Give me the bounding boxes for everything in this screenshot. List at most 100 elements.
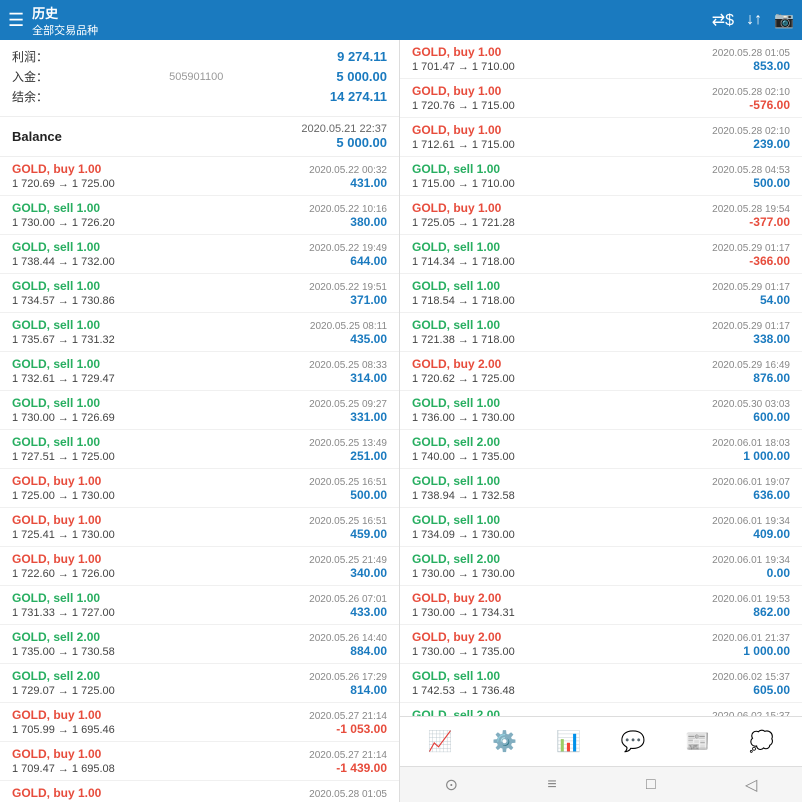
right-trade-item[interactable]: GOLD, buy 1.00 2020.05.28 01:05 1 701.47…	[400, 40, 802, 79]
profit-value: 9 274.11	[337, 49, 387, 64]
trade-profit: -366.00	[749, 254, 790, 268]
left-trade-item[interactable]: GOLD, buy 1.00 2020.05.27 21:14 1 705.99…	[0, 703, 399, 742]
trade-prices: 1 730.00 → 1 734.31	[412, 607, 515, 619]
left-trade-item[interactable]: GOLD, sell 1.00 2020.05.25 08:33 1 732.6…	[0, 352, 399, 391]
trade-profit: 239.00	[753, 137, 790, 151]
left-trade-list: GOLD, buy 1.00 2020.05.22 00:32 1 720.69…	[0, 157, 399, 802]
nav-message-icon[interactable]: 💬	[613, 725, 654, 758]
left-trade-item[interactable]: GOLD, sell 1.00 2020.05.22 19:51 1 734.5…	[0, 274, 399, 313]
back-icon[interactable]: ◁	[745, 775, 757, 795]
right-trade-item[interactable]: GOLD, sell 1.00 2020.05.28 04:53 1 715.0…	[400, 157, 802, 196]
profit-row: 利润： 9 274.11	[12, 48, 387, 65]
right-trade-item[interactable]: GOLD, sell 1.00 2020.05.29 01:17 1 714.3…	[400, 235, 802, 274]
right-trade-item[interactable]: GOLD, sell 1.00 2020.06.01 19:34 1 734.0…	[400, 508, 802, 547]
trade-type: GOLD, buy 1.00	[12, 708, 101, 722]
trade-prices: 1 705.99 → 1 695.46	[12, 724, 115, 736]
trade-prices: 1 730.00 → 1 726.20	[12, 217, 115, 229]
left-trade-item[interactable]: GOLD, sell 1.00 2020.05.22 10:16 1 730.0…	[0, 196, 399, 235]
trade-prices: 1 727.51 → 1 725.00	[12, 451, 115, 463]
trade-date: 2020.05.29 01:17	[712, 282, 790, 293]
trade-type: GOLD, sell 2.00	[412, 435, 500, 449]
left-trade-item[interactable]: GOLD, buy 1.00 2020.05.28 01:05 1 701.47…	[0, 781, 399, 802]
trade-date: 2020.05.30 03:03	[712, 399, 790, 410]
trade-prices: 1 718.54 → 1 718.00	[412, 295, 515, 307]
trade-date: 2020.05.26 17:29	[309, 672, 387, 683]
trade-date: 2020.05.26 07:01	[309, 594, 387, 605]
trade-date: 2020.05.25 21:49	[309, 555, 387, 566]
trade-profit: 340.00	[350, 566, 387, 580]
left-trade-item[interactable]: GOLD, buy 1.00 2020.05.25 16:51 1 725.41…	[0, 508, 399, 547]
deposit-value: 5 000.00	[336, 69, 387, 84]
exchange-icon[interactable]: ⇄$	[712, 10, 734, 30]
right-trade-item[interactable]: GOLD, sell 1.00 2020.06.01 19:07 1 738.9…	[400, 469, 802, 508]
deposit-label: 入金：	[12, 68, 48, 85]
balance-entry-label: Balance	[12, 129, 62, 144]
menu-bar-icon[interactable]: ≡	[547, 776, 556, 794]
square-icon[interactable]: □	[646, 776, 656, 794]
trade-type: GOLD, sell 1.00	[412, 318, 500, 332]
left-trade-item[interactable]: GOLD, sell 2.00 2020.05.26 17:29 1 729.0…	[0, 664, 399, 703]
left-trade-item[interactable]: GOLD, sell 1.00 2020.05.25 09:27 1 730.0…	[0, 391, 399, 430]
right-trade-item[interactable]: GOLD, sell 2.00 2020.06.01 18:03 1 740.0…	[400, 430, 802, 469]
left-trade-item[interactable]: GOLD, buy 1.00 2020.05.25 16:51 1 725.00…	[0, 469, 399, 508]
left-trade-item[interactable]: GOLD, sell 1.00 2020.05.22 19:49 1 738.4…	[0, 235, 399, 274]
right-trade-item[interactable]: GOLD, sell 1.00 2020.05.29 01:17 1 721.3…	[400, 313, 802, 352]
right-trade-list: GOLD, buy 1.00 2020.05.28 01:05 1 701.47…	[400, 40, 802, 716]
left-trade-item[interactable]: GOLD, buy 1.00 2020.05.25 21:49 1 722.60…	[0, 547, 399, 586]
trade-type: GOLD, sell 2.00	[12, 630, 100, 644]
right-trade-item[interactable]: GOLD, sell 2.00 2020.06.02 15:37 1 739.7…	[400, 703, 802, 716]
left-trade-item[interactable]: GOLD, sell 1.00 2020.05.25 08:11 1 735.6…	[0, 313, 399, 352]
left-trade-item[interactable]: GOLD, buy 1.00 2020.05.27 21:14 1 709.47…	[0, 742, 399, 781]
menu-icon[interactable]: ☰	[8, 10, 24, 31]
nav-news-icon[interactable]: 📰	[677, 725, 718, 758]
trade-profit: -1 053.00	[336, 722, 387, 736]
trade-profit: 636.00	[753, 488, 790, 502]
trade-prices: 1 732.61 → 1 729.47	[12, 373, 115, 385]
left-trade-item[interactable]: GOLD, sell 2.00 2020.05.26 14:40 1 735.0…	[0, 625, 399, 664]
trade-prices: 1 734.57 → 1 730.86	[12, 295, 115, 307]
nav-analytics-icon[interactable]: 📊	[548, 725, 589, 758]
balance-amount: 5 000.00	[301, 135, 387, 150]
trade-profit: 1 000.00	[743, 644, 790, 658]
right-trade-item[interactable]: GOLD, buy 2.00 2020.05.29 16:49 1 720.62…	[400, 352, 802, 391]
trade-profit: 0.00	[767, 566, 790, 580]
trade-type: GOLD, sell 1.00	[12, 591, 100, 605]
right-trade-item[interactable]: GOLD, sell 1.00 2020.05.30 03:03 1 736.0…	[400, 391, 802, 430]
nav-chart-icon[interactable]: 📈	[420, 725, 461, 758]
home-icon[interactable]: ⊙	[445, 775, 458, 795]
trade-profit: 853.00	[753, 59, 790, 73]
trade-type: GOLD, buy 1.00	[12, 747, 101, 761]
trade-prices: 1 722.60 → 1 726.00	[12, 568, 115, 580]
trade-profit: 380.00	[350, 215, 387, 229]
nav-settings-icon[interactable]: ⚙️	[484, 725, 525, 758]
right-trade-item[interactable]: GOLD, sell 1.00 2020.06.02 15:37 1 742.5…	[400, 664, 802, 703]
trade-date: 2020.05.28 01:05	[309, 789, 387, 800]
right-trade-item[interactable]: GOLD, sell 2.00 2020.06.01 19:34 1 730.0…	[400, 547, 802, 586]
trade-type: GOLD, buy 1.00	[12, 552, 101, 566]
right-trade-item[interactable]: GOLD, buy 1.00 2020.05.28 02:10 1 720.76…	[400, 79, 802, 118]
trade-date: 2020.05.22 19:51	[309, 282, 387, 293]
right-trade-item[interactable]: GOLD, buy 2.00 2020.06.01 21:37 1 730.00…	[400, 625, 802, 664]
header: ☰ 历史 全部交易品种 ⇄$ ↓↑ 📷	[0, 0, 802, 40]
trade-prices: 1 738.44 → 1 732.00	[12, 256, 115, 268]
left-trade-item[interactable]: GOLD, buy 1.00 2020.05.22 00:32 1 720.69…	[0, 157, 399, 196]
right-trade-item[interactable]: GOLD, sell 1.00 2020.05.29 01:17 1 718.5…	[400, 274, 802, 313]
trade-prices: 1 731.33 → 1 727.00	[12, 607, 115, 619]
right-trade-item[interactable]: GOLD, buy 2.00 2020.06.01 19:53 1 730.00…	[400, 586, 802, 625]
trade-profit: 644.00	[350, 254, 387, 268]
trade-type: GOLD, sell 2.00	[12, 669, 100, 683]
trade-date: 2020.05.29 01:17	[712, 243, 790, 254]
camera-icon[interactable]: 📷	[774, 10, 794, 30]
trade-prices: 1 725.00 → 1 730.00	[12, 490, 115, 502]
nav-chat-icon[interactable]: 💭	[741, 725, 782, 758]
trade-prices: 1 730.00 → 1 726.69	[12, 412, 115, 424]
trade-date: 2020.05.26 14:40	[309, 633, 387, 644]
sort-icon[interactable]: ↓↑	[746, 11, 762, 29]
header-subtitle: 全部交易品种	[32, 22, 704, 38]
right-trade-item[interactable]: GOLD, buy 1.00 2020.05.28 19:54 1 725.05…	[400, 196, 802, 235]
trade-date: 2020.05.22 00:32	[309, 165, 387, 176]
right-trade-item[interactable]: GOLD, buy 1.00 2020.05.28 02:10 1 712.61…	[400, 118, 802, 157]
left-trade-item[interactable]: GOLD, sell 1.00 2020.05.26 07:01 1 731.3…	[0, 586, 399, 625]
trade-type: GOLD, sell 1.00	[12, 318, 100, 332]
left-trade-item[interactable]: GOLD, sell 1.00 2020.05.25 13:49 1 727.5…	[0, 430, 399, 469]
